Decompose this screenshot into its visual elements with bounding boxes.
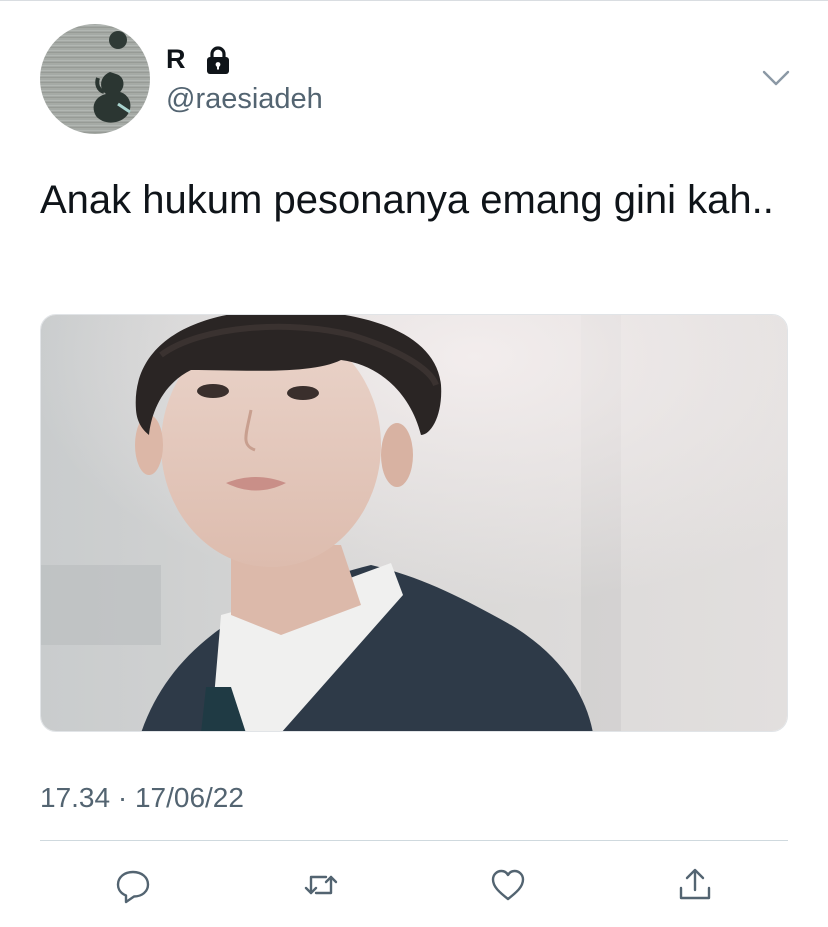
tweet-timestamp[interactable]: 17.34 · 17/06/22 [40, 780, 244, 816]
share-button[interactable] [672, 862, 718, 908]
reply-button[interactable] [110, 862, 156, 908]
more-options-button[interactable] [760, 62, 792, 94]
tweet-photo[interactable] [40, 314, 788, 732]
tweet-action-bar [0, 858, 828, 912]
heart-icon [491, 869, 525, 901]
share-icon [679, 868, 711, 900]
top-divider [0, 0, 828, 1]
like-button[interactable] [485, 862, 531, 908]
lock-icon [207, 46, 229, 74]
author-display-name[interactable]: R [166, 42, 186, 76]
reply-icon [116, 870, 150, 904]
chevron-down-icon [762, 70, 790, 86]
retweet-icon [304, 875, 338, 895]
avatar[interactable] [40, 24, 150, 134]
tweet-text: Anak hukum pesonanya emang gini kah.. [40, 178, 774, 222]
divider [40, 840, 788, 841]
retweet-button[interactable] [298, 862, 344, 908]
author-handle[interactable]: @raesiadeh [166, 82, 323, 116]
